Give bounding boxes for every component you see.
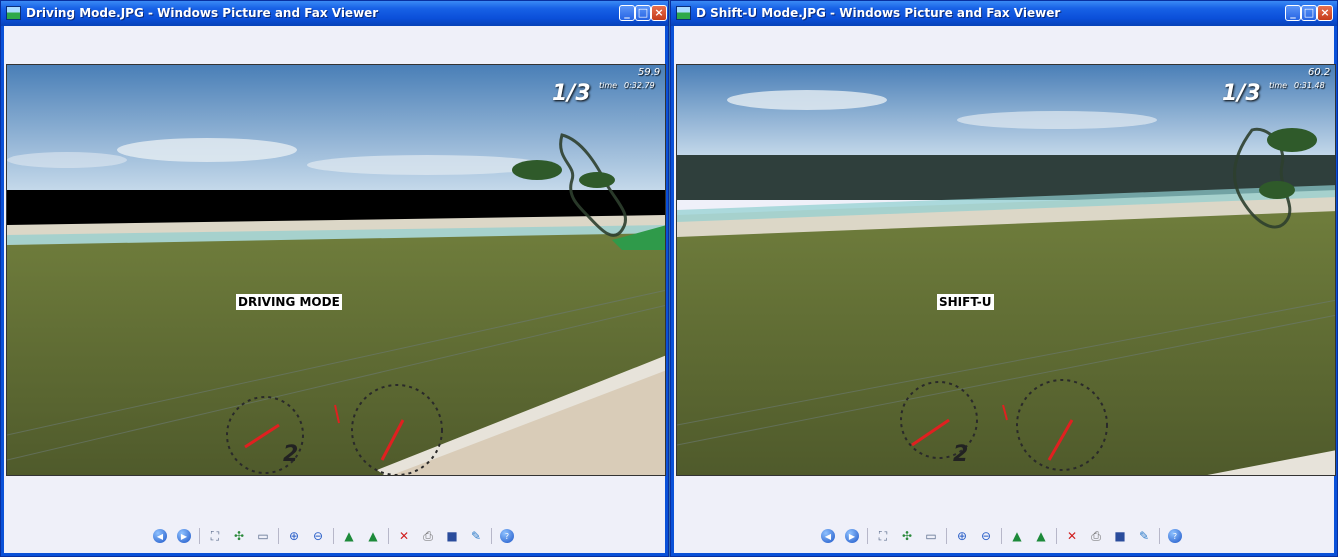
save-icon[interactable]: ■: [1111, 527, 1129, 545]
toolbar-separator: [491, 528, 492, 544]
next-image-icon[interactable]: ▶: [843, 527, 861, 545]
toolbar-separator: [946, 528, 947, 544]
toolbar-separator: [199, 528, 200, 544]
rotate-counterclockwise-icon[interactable]: ▲: [1032, 527, 1050, 545]
rotate-clockwise-icon[interactable]: ▲: [1008, 527, 1026, 545]
picture-viewer-app-icon[interactable]: [6, 6, 21, 20]
gear-indicator: 2: [283, 442, 299, 467]
actual-size-icon[interactable]: ✣: [898, 527, 916, 545]
fps-readout: 59.9: [638, 67, 661, 78]
help-icon[interactable]: ?: [1166, 527, 1184, 545]
minimize-button[interactable]: _: [619, 5, 635, 21]
picture-viewer-window-right: D Shift-U Mode.JPG - Windows Picture and…: [670, 0, 1338, 557]
zoom-out-icon[interactable]: ⊖: [977, 527, 995, 545]
zoom-out-icon[interactable]: ⊖: [309, 527, 327, 545]
toolbar-separator: [867, 528, 868, 544]
lap-counter: 1/3: [552, 81, 591, 106]
previous-image-icon[interactable]: ◀: [819, 527, 837, 545]
window-title: D Shift-U Mode.JPG - Windows Picture and…: [696, 6, 1061, 20]
close-button[interactable]: ×: [651, 5, 667, 21]
viewer-client-area: 1/3 time 0:31.48 60.2 2 SHIFT-U ◀ ▶ ⛶ ✣ …: [674, 26, 1336, 553]
time-label: time: [599, 81, 618, 90]
close-button[interactable]: ×: [1317, 5, 1333, 21]
toolbar-separator: [1159, 528, 1160, 544]
slideshow-icon[interactable]: ▭: [254, 527, 272, 545]
window-title: Driving Mode.JPG - Windows Picture and F…: [26, 6, 379, 20]
rotate-clockwise-icon[interactable]: ▲: [340, 527, 358, 545]
picture-viewer-window-left: Driving Mode.JPG - Windows Picture and F…: [0, 0, 669, 557]
lap-counter: 1/3: [1222, 81, 1261, 106]
racing-game-scene: [7, 65, 665, 475]
viewer-toolbar: ◀ ▶ ⛶ ✣ ▭ ⊕ ⊖ ▲ ▲ ✕ ⎙ ■ ✎ ?: [819, 526, 1190, 546]
game-screenshot-image: 1/3 time 0:31.48 60.2 2 SHIFT-U: [676, 64, 1336, 476]
picture-viewer-app-icon[interactable]: [676, 6, 691, 20]
viewer-client-area: 1/3 time 0:32.79 59.9 2 DRIVING MODE ◀ ▶…: [4, 26, 666, 553]
edit-icon[interactable]: ✎: [467, 527, 485, 545]
lap-time: 0:31.48: [1294, 81, 1325, 90]
edit-icon[interactable]: ✎: [1135, 527, 1153, 545]
zoom-in-icon[interactable]: ⊕: [953, 527, 971, 545]
best-fit-icon[interactable]: ⛶: [874, 527, 892, 545]
lap-time: 0:32.79: [624, 81, 655, 90]
toolbar-separator: [278, 528, 279, 544]
fps-readout: 60.2: [1308, 67, 1331, 78]
mode-label: SHIFT-U: [937, 294, 994, 310]
mode-label: DRIVING MODE: [236, 294, 342, 310]
help-icon[interactable]: ?: [498, 527, 516, 545]
rotate-counterclockwise-icon[interactable]: ▲: [364, 527, 382, 545]
print-icon[interactable]: ⎙: [419, 527, 437, 545]
delete-icon[interactable]: ✕: [1063, 527, 1081, 545]
toolbar-separator: [333, 528, 334, 544]
actual-size-icon[interactable]: ✣: [230, 527, 248, 545]
slideshow-icon[interactable]: ▭: [922, 527, 940, 545]
desktop: Driving Mode.JPG - Windows Picture and F…: [0, 0, 1338, 557]
best-fit-icon[interactable]: ⛶: [206, 527, 224, 545]
title-bar[interactable]: D Shift-U Mode.JPG - Windows Picture and…: [671, 1, 1337, 26]
zoom-in-icon[interactable]: ⊕: [285, 527, 303, 545]
racing-game-scene: [677, 65, 1335, 475]
time-label: time: [1269, 81, 1288, 90]
toolbar-separator: [1001, 528, 1002, 544]
next-image-icon[interactable]: ▶: [175, 527, 193, 545]
viewer-toolbar: ◀ ▶ ⛶ ✣ ▭ ⊕ ⊖ ▲ ▲ ✕ ⎙ ■ ✎ ?: [151, 526, 522, 546]
previous-image-icon[interactable]: ◀: [151, 527, 169, 545]
game-screenshot-image: 1/3 time 0:32.79 59.9 2 DRIVING MODE: [6, 64, 666, 476]
gear-indicator: 2: [953, 442, 969, 467]
title-bar[interactable]: Driving Mode.JPG - Windows Picture and F…: [1, 1, 668, 26]
minimize-button[interactable]: _: [1285, 5, 1301, 21]
save-icon[interactable]: ■: [443, 527, 461, 545]
maximize-button[interactable]: □: [1301, 5, 1317, 21]
maximize-button[interactable]: □: [635, 5, 651, 21]
delete-icon[interactable]: ✕: [395, 527, 413, 545]
toolbar-separator: [1056, 528, 1057, 544]
toolbar-separator: [388, 528, 389, 544]
print-icon[interactable]: ⎙: [1087, 527, 1105, 545]
